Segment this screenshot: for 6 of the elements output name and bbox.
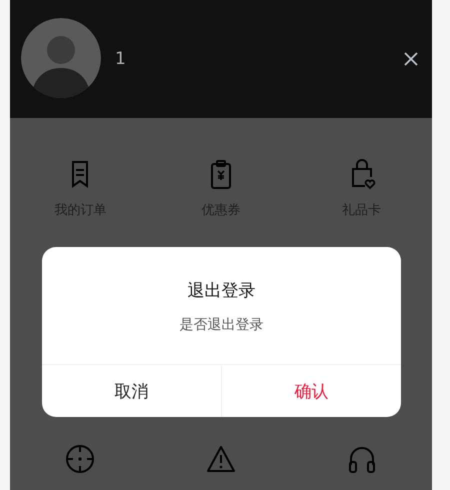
dialog-title: 退出登录 <box>188 280 256 302</box>
close-icon[interactable] <box>404 52 418 66</box>
dialog-message: 是否退出登录 <box>180 316 264 334</box>
confirm-button[interactable]: 确认 <box>222 365 401 417</box>
cancel-button[interactable]: 取消 <box>42 365 222 417</box>
username: 1 <box>115 49 127 69</box>
